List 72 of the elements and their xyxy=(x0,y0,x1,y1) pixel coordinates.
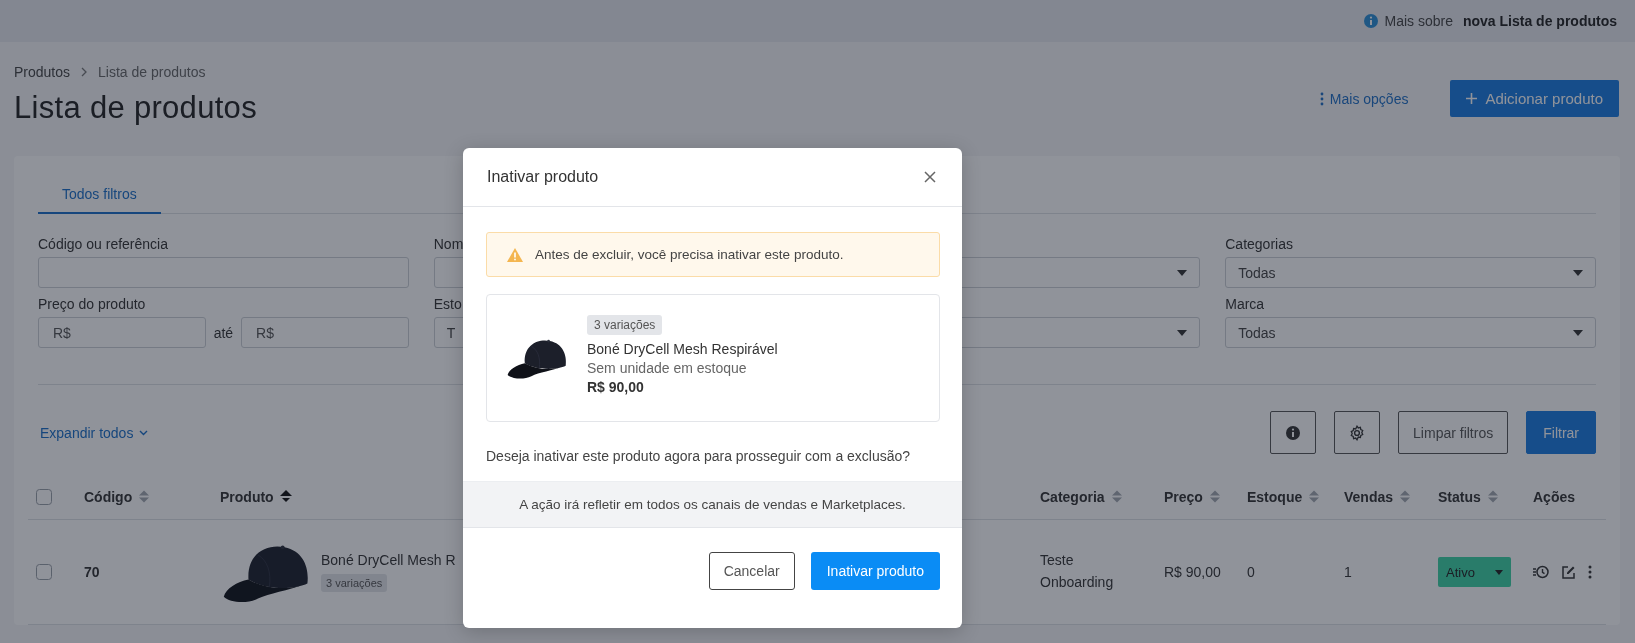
column-header[interactable]: Código xyxy=(84,488,133,505)
column-header[interactable]: Produto xyxy=(220,488,274,505)
history-icon[interactable] xyxy=(1533,564,1549,580)
info-icon xyxy=(1362,13,1379,29)
field-label: Código ou referência xyxy=(38,236,169,253)
column-header: Ações xyxy=(1533,488,1576,505)
kebab-icon xyxy=(1319,91,1324,106)
field-label: Esto xyxy=(433,296,463,313)
info-link[interactable]: nova Lista de produtos xyxy=(1463,13,1617,29)
info-text: Mais sobre xyxy=(1384,13,1453,29)
product-price: R$ 90,00 xyxy=(587,379,644,395)
field-label: Marca xyxy=(1225,296,1266,313)
caret-down-icon xyxy=(1177,329,1188,336)
info-note: A ação irá refletir em todos os canais de vendas e Marketplaces. xyxy=(463,481,962,528)
confirmation-question: Deseja inativar este produto agora para prosseguir com a exclusão? xyxy=(486,448,912,464)
caret-down-icon xyxy=(1495,569,1503,575)
price-from-field[interactable]: R$ xyxy=(38,317,206,348)
breadcrumb-item[interactable]: Produtos xyxy=(14,64,71,80)
sort-ascending-icon[interactable] xyxy=(279,490,292,503)
breadcrumb-item: Lista de produtos xyxy=(98,64,206,80)
kebab-icon[interactable] xyxy=(1588,565,1592,579)
stock-text: Sem unidade em estoque xyxy=(587,360,747,376)
price-to-field[interactable]: R$ xyxy=(241,317,409,348)
modal-title: Inativar produto xyxy=(487,168,599,186)
expand-all-link[interactable]: Expandir todos xyxy=(38,424,151,441)
chevron-right-icon xyxy=(80,67,89,77)
caret-down-icon xyxy=(1573,329,1583,336)
table-cell-text: Teste Onboarding xyxy=(1040,551,1115,592)
product-name[interactable]: Boné DryCell Mesh R xyxy=(321,552,456,568)
gear-icon xyxy=(1349,424,1366,441)
variations-badge: 3 variações xyxy=(321,574,388,592)
caret-down-icon xyxy=(1177,269,1188,276)
status-dropdown[interactable]: Ativo xyxy=(1438,557,1511,587)
cancel-button[interactable]: Cancelar xyxy=(708,552,795,590)
select-field[interactable]: Todas xyxy=(1225,257,1596,288)
plus-icon xyxy=(1466,93,1478,104)
table-cell-text: 70 xyxy=(84,564,101,580)
close-icon xyxy=(924,171,936,183)
variations-badge: 3 variações xyxy=(587,315,663,335)
table-cell-text: R$ 90,00 xyxy=(1164,564,1222,580)
inactivate-product-button[interactable]: Inativar produto xyxy=(810,552,940,590)
checkbox[interactable] xyxy=(36,488,52,505)
clear-filters-button[interactable]: Limpar filtros xyxy=(1398,411,1509,454)
range-separator: até xyxy=(213,324,234,341)
column-header[interactable]: Status xyxy=(1438,488,1481,505)
table-cell-text: 0 xyxy=(1247,564,1256,580)
chevron-down-icon xyxy=(139,429,149,436)
alert-text: Antes de excluir, você precisa inativar este produto. xyxy=(535,247,844,262)
field-label: Preço do produto xyxy=(38,296,147,313)
column-header[interactable]: Preço xyxy=(1164,488,1203,505)
table-cell-text: 1 xyxy=(1344,564,1353,580)
column-header[interactable]: Categoria xyxy=(1040,488,1105,505)
caret-down-icon xyxy=(1573,269,1583,276)
checkbox[interactable] xyxy=(36,564,52,580)
select-field[interactable]: Todas xyxy=(1225,317,1596,348)
field-label: Nom xyxy=(433,236,465,253)
info-button[interactable] xyxy=(1270,411,1317,454)
info-icon xyxy=(1285,424,1302,441)
text-field[interactable] xyxy=(38,257,409,288)
more-options-button[interactable]: Mais opções xyxy=(1313,89,1415,108)
add-product-button[interactable]: Adicionar produto xyxy=(1450,80,1619,117)
page-title: Lista de produtos xyxy=(14,90,257,126)
field-label: Categorias xyxy=(1225,236,1294,253)
column-header[interactable]: Estoque xyxy=(1247,488,1303,505)
filter-button[interactable]: Filtrar xyxy=(1526,411,1596,454)
edit-icon[interactable] xyxy=(1561,564,1576,580)
settings-button[interactable] xyxy=(1334,411,1381,454)
warning-icon xyxy=(507,247,523,262)
product-name: Boné DryCell Mesh Respirável xyxy=(587,341,778,357)
column-header[interactable]: Vendas xyxy=(1344,488,1394,505)
filter-tab[interactable]: Todos filtros xyxy=(38,174,161,214)
close-button[interactable] xyxy=(922,169,938,185)
